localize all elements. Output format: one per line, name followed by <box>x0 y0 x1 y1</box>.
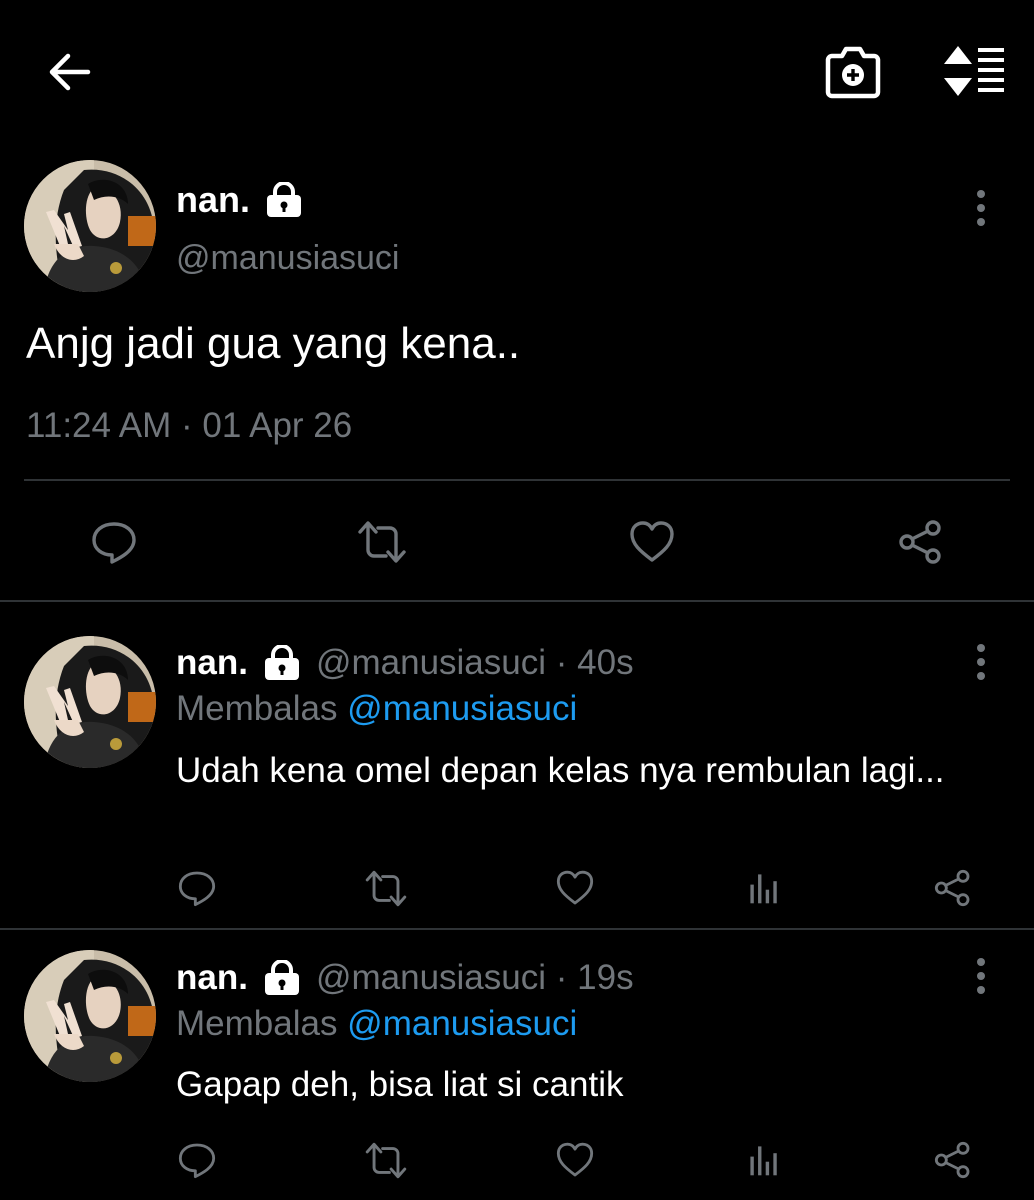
reply-icon <box>90 518 138 566</box>
share-button[interactable] <box>928 860 978 916</box>
tweet-text: Anjg jadi gua yang kena.. <box>26 319 521 368</box>
share-button[interactable] <box>928 1132 978 1188</box>
avatar[interactable] <box>24 950 156 1082</box>
separator: · <box>546 643 578 682</box>
retweet-button[interactable] <box>360 860 412 916</box>
mention-link[interactable]: @manusiasuci <box>347 689 577 728</box>
divider <box>24 479 1010 481</box>
mention-link[interactable]: @manusiasuci <box>347 1004 577 1043</box>
reply-button[interactable] <box>172 860 222 916</box>
reply-header: nan. @manusiasuci · 40s <box>176 640 634 686</box>
replying-to: Membalas @manusiasuci <box>176 1001 577 1047</box>
retweet-icon <box>362 1140 410 1181</box>
share-icon <box>897 518 945 566</box>
share-button[interactable] <box>893 514 949 570</box>
analytics-button[interactable] <box>742 1132 786 1188</box>
more-options-icon[interactable] <box>969 640 993 684</box>
lock-icon <box>262 960 302 996</box>
lock-icon <box>262 645 302 681</box>
more-options-icon[interactable] <box>969 954 993 998</box>
reply-icon <box>177 1140 217 1180</box>
back-button[interactable] <box>44 48 96 96</box>
reply-button[interactable] <box>86 514 142 570</box>
reply-header: nan. @manusiasuci · 19s <box>176 955 634 1001</box>
tweet-timestamp: 11:24 AM · 01 Apr 26 <box>26 406 353 445</box>
divider <box>0 928 1034 930</box>
stats-icon <box>747 871 781 905</box>
like-button[interactable] <box>624 514 680 570</box>
retweet-button[interactable] <box>360 1132 412 1188</box>
sort-list-icon <box>944 46 1004 96</box>
replying-prefix: Membalas <box>176 1004 348 1043</box>
author-handle[interactable]: @manusiasuci <box>316 640 546 686</box>
like-icon <box>555 868 595 908</box>
analytics-button[interactable] <box>742 860 786 916</box>
retweet-icon <box>354 518 410 566</box>
retweet-icon <box>362 868 410 909</box>
author-name: nan. <box>176 179 251 220</box>
avatar[interactable] <box>24 160 156 292</box>
divider <box>0 600 1034 602</box>
replying-prefix: Membalas <box>176 689 348 728</box>
author-handle[interactable]: @manusiasuci <box>176 236 400 280</box>
author-name: nan. <box>176 643 248 682</box>
camera-add-icon <box>825 46 881 99</box>
separator: · <box>546 958 578 997</box>
sort-button[interactable] <box>938 42 1008 100</box>
arrow-left-icon <box>49 53 91 91</box>
stats-icon <box>747 1143 781 1177</box>
reply-text: Udah kena omel depan kelas nya rembulan … <box>176 751 945 790</box>
author-name-row: nan. <box>176 178 304 222</box>
share-icon <box>933 868 973 908</box>
reply-button[interactable] <box>172 1132 222 1188</box>
camera-button[interactable] <box>822 42 884 102</box>
retweet-button[interactable] <box>352 514 412 570</box>
reply-time: 40s <box>577 643 634 682</box>
share-icon <box>933 1140 973 1180</box>
avatar[interactable] <box>24 636 156 768</box>
reply-icon <box>177 868 217 908</box>
lock-icon <box>264 182 304 218</box>
reply-time: 19s <box>577 958 634 997</box>
like-button[interactable] <box>550 1132 600 1188</box>
like-button[interactable] <box>550 860 600 916</box>
replying-to: Membalas @manusiasuci <box>176 686 577 732</box>
more-options-icon[interactable] <box>969 186 993 230</box>
reply-text: Gapap deh, bisa liat si cantik <box>176 1065 624 1104</box>
author-name: nan. <box>176 958 248 997</box>
like-icon <box>628 518 676 566</box>
author-handle[interactable]: @manusiasuci <box>316 955 546 1001</box>
like-icon <box>555 1140 595 1180</box>
